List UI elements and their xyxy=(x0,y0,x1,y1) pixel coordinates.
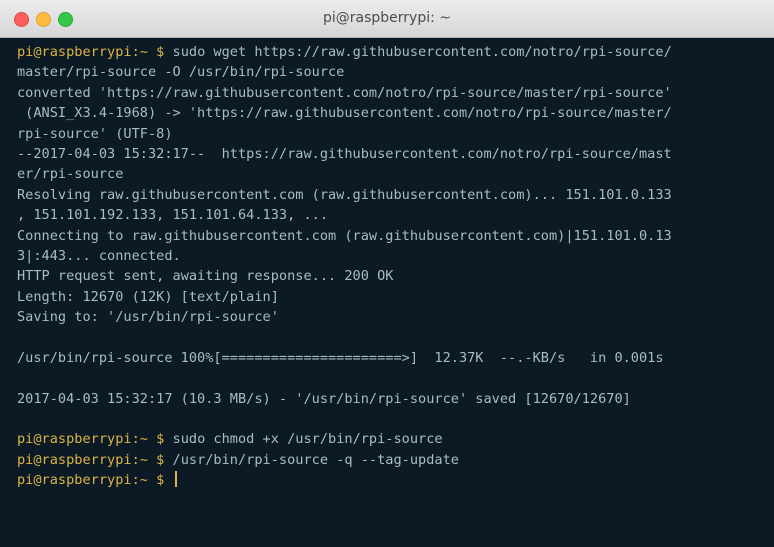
command-text: sudo wget https://raw.githubusercontent.… xyxy=(172,44,672,60)
output-text: converted 'https://raw.githubusercontent… xyxy=(17,84,672,101)
shell-prompt: pi@raspberrypi:~ $ xyxy=(17,44,165,60)
shell-prompt: pi@raspberrypi:~ $ xyxy=(17,472,165,489)
output-line: Saving to: '/usr/bin/rpi-source' xyxy=(17,307,774,327)
command-line: pi@raspberrypi:~ $ sudo wget https://raw… xyxy=(17,42,774,62)
output-text: rpi-source' (UTF-8) xyxy=(17,125,173,142)
output-line: master/rpi-source -O /usr/bin/rpi-source xyxy=(17,62,774,82)
terminal-window: pi@raspberrypi: ~ pi@raspberrypi:~ $ sud… xyxy=(0,0,774,547)
title-bar[interactable]: pi@raspberrypi: ~ xyxy=(0,0,774,38)
output-line: Connecting to raw.githubusercontent.com … xyxy=(17,226,774,246)
command-line: pi@raspberrypi:~ $ sudo chmod +x /usr/bi… xyxy=(17,429,774,449)
command-text: /usr/bin/rpi-source -q --tag-update xyxy=(172,451,459,468)
output-text: /usr/bin/rpi-source 100%[===============… xyxy=(17,349,664,366)
output-text: master/rpi-source -O /usr/bin/rpi-source xyxy=(17,64,345,81)
output-text: --2017-04-03 15:32:17-- https://raw.gith… xyxy=(17,145,672,162)
output-line: 2017-04-03 15:32:17 (10.3 MB/s) - '/usr/… xyxy=(17,389,774,409)
terminal-output[interactable]: pi@raspberrypi:~ $ sudo wget https://raw… xyxy=(0,38,774,547)
output-text: er/rpi-source xyxy=(17,166,124,183)
output-line: Resolving raw.githubusercontent.com (raw… xyxy=(17,185,774,205)
output-line: Length: 12670 (12K) [text/plain] xyxy=(17,287,774,307)
output-line: HTTP request sent, awaiting response... … xyxy=(17,266,774,286)
output-text: , 151.101.192.133, 151.101.64.133, ... xyxy=(17,207,328,224)
command-text: sudo chmod +x /usr/bin/rpi-source xyxy=(172,431,443,448)
output-line: /usr/bin/rpi-source 100%[===============… xyxy=(17,348,774,368)
output-line: converted 'https://raw.githubusercontent… xyxy=(17,83,774,103)
output-line: (ANSI_X3.4-1968) -> 'https://raw.githubu… xyxy=(17,103,774,123)
output-text: (ANSI_X3.4-1968) -> 'https://raw.githubu… xyxy=(17,105,672,122)
output-text: 3|:443... connected. xyxy=(17,247,181,264)
output-text: Length: 12670 (12K) [text/plain] xyxy=(17,288,279,305)
output-text: HTTP request sent, awaiting response... … xyxy=(17,268,394,285)
command-line: pi@raspberrypi:~ $ /usr/bin/rpi-source -… xyxy=(17,450,774,470)
output-text: Resolving raw.githubusercontent.com (raw… xyxy=(17,186,672,203)
output-line: , 151.101.192.133, 151.101.64.133, ... xyxy=(17,205,774,225)
output-text: Connecting to raw.githubusercontent.com … xyxy=(17,227,672,244)
output-text: Saving to: '/usr/bin/rpi-source' xyxy=(17,309,279,326)
output-line: rpi-source' (UTF-8) xyxy=(17,124,774,144)
shell-prompt: pi@raspberrypi:~ $ xyxy=(17,431,165,448)
window-title: pi@raspberrypi: ~ xyxy=(322,10,452,26)
output-line: er/rpi-source xyxy=(17,164,774,184)
output-text: 2017-04-03 15:32:17 (10.3 MB/s) - '/usr/… xyxy=(17,390,631,407)
output-line: 3|:443... connected. xyxy=(17,246,774,266)
text-cursor[interactable] xyxy=(174,471,177,488)
output-line: --2017-04-03 15:32:17-- https://raw.gith… xyxy=(17,144,774,164)
shell-prompt: pi@raspberrypi:~ $ xyxy=(17,451,165,468)
command-line: pi@raspberrypi:~ $ xyxy=(17,470,774,490)
